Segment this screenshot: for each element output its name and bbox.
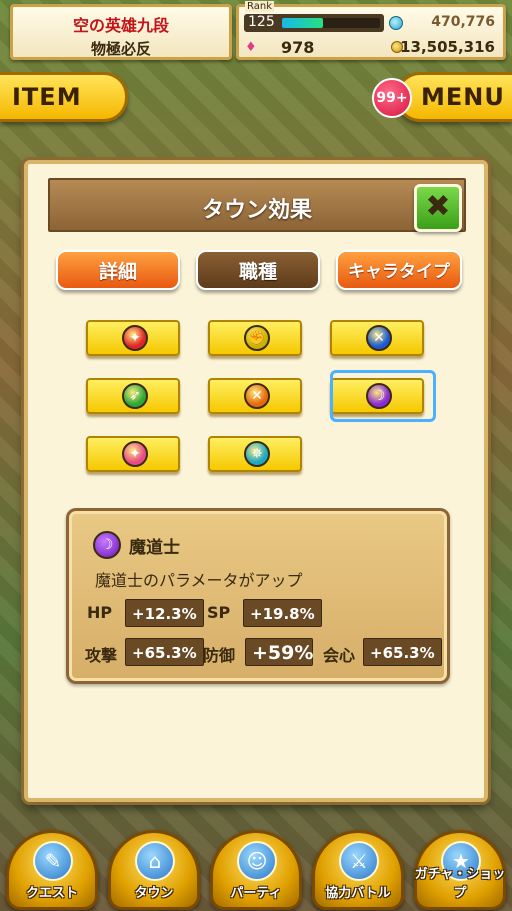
- staff-icon: ☽: [93, 531, 121, 559]
- rank-box: 125: [244, 14, 384, 32]
- player-subtitle: 物極必反: [90, 40, 151, 58]
- gem-icon: ♦: [245, 40, 257, 55]
- hp-value: +12.3%: [125, 599, 204, 627]
- tab-details[interactable]: 詳細: [56, 250, 180, 290]
- defense-label: 防御: [203, 646, 236, 665]
- nav-label: タウン: [134, 886, 174, 901]
- info-description: 魔道士のパラメータがアップ: [95, 571, 303, 590]
- shuriken-icon: ✵: [244, 441, 270, 467]
- bottom-nav: ✎ クエスト ⌂ タウン ☺ パーティ ⚔ 協力バトル ★ ガチャ・ショップ: [0, 822, 512, 911]
- tab-job-type[interactable]: 職種: [196, 250, 320, 290]
- rank-value: 125: [248, 14, 275, 30]
- nav-label: パーティ: [230, 886, 282, 901]
- nav-label: クエスト: [25, 886, 78, 901]
- nav-button[interactable]: ✎ クエスト: [6, 830, 98, 910]
- nav-label: 協力バトル: [325, 886, 391, 901]
- rank-exp-fill: [282, 18, 324, 28]
- hp-label: HP: [87, 603, 113, 622]
- stamina-value: 470,776: [431, 14, 495, 30]
- nav-button[interactable]: ★ ガチャ・ショップ: [414, 830, 506, 910]
- selection-frame: [330, 370, 436, 422]
- notification-badge: 99+: [372, 78, 412, 118]
- job-filter-button[interactable]: ✊: [208, 320, 302, 356]
- coop-battle-icon: ⚔: [339, 841, 379, 881]
- tab-character-type[interactable]: キャラタイプ: [336, 250, 462, 290]
- crossbow-icon: ✕: [244, 383, 270, 409]
- job-filter-button[interactable]: ✕: [330, 320, 424, 356]
- rank-exp-bar: [282, 18, 380, 28]
- dual-blade-icon: ✦: [122, 441, 148, 467]
- defense-value: +59%: [245, 638, 313, 666]
- nav-button[interactable]: ☺ パーティ: [210, 830, 302, 910]
- party-icon: ☺: [237, 841, 277, 881]
- coin-value: 13,505,316: [400, 38, 495, 56]
- dialog-header: タウン効果: [48, 178, 466, 232]
- item-button-label: ITEM: [12, 83, 82, 111]
- town-effect-dialog: タウン効果 ✖ 詳細 職種 キャラタイプ ✦ ✊ ✕ ➶ ✕ ☽ ✦ ✵ ☽ 魔道士 魔道士の…: [24, 160, 488, 802]
- axe-icon: ✕: [366, 325, 392, 351]
- nav-button[interactable]: ⚔ 協力バトル: [312, 830, 404, 910]
- stamina-icon: [389, 16, 403, 30]
- attack-label: 攻撃: [85, 646, 118, 665]
- gem-value: 978: [281, 38, 315, 57]
- dialog-title: タウン効果: [201, 198, 312, 223]
- menu-button[interactable]: MENU: [396, 72, 512, 122]
- job-filter-button[interactable]: ➶: [86, 378, 180, 414]
- close-button[interactable]: ✖: [414, 184, 462, 232]
- info-job-name: 魔道士: [129, 538, 180, 558]
- critical-value: +65.3%: [363, 638, 442, 666]
- critical-label: 会心: [323, 646, 356, 665]
- quest-map-icon: ✎: [33, 841, 73, 881]
- player-title: 空の英雄九段: [72, 16, 169, 35]
- sword-icon: ✦: [122, 325, 148, 351]
- rank-label: Rank: [245, 1, 274, 12]
- job-filter-button[interactable]: ✦: [86, 320, 180, 356]
- job-info-panel: ☽ 魔道士 魔道士のパラメータがアップ HP +12.3% SP +19.8% …: [66, 508, 450, 684]
- sp-label: SP: [207, 603, 231, 622]
- menu-button-label: MENU: [421, 83, 505, 111]
- sp-value: +19.8%: [243, 599, 322, 627]
- town-icon: ⌂: [135, 841, 175, 881]
- attack-value: +65.3%: [125, 638, 204, 666]
- job-filter-button[interactable]: ✵: [208, 436, 302, 472]
- fist-icon: ✊: [244, 325, 270, 351]
- nav-label: ガチャ・ショップ: [414, 867, 506, 901]
- job-filter-button[interactable]: ✕: [208, 378, 302, 414]
- item-button[interactable]: ITEM: [0, 72, 128, 122]
- title-plate[interactable]: 空の英雄九段 物極必反: [10, 4, 232, 60]
- job-filter-button[interactable]: ✦: [86, 436, 180, 472]
- bow-icon: ➶: [122, 383, 148, 409]
- stats-panel: Rank 125 470,776 ♦ 978 13,505,316: [236, 1, 506, 60]
- nav-button[interactable]: ⌂ タウン: [108, 830, 200, 910]
